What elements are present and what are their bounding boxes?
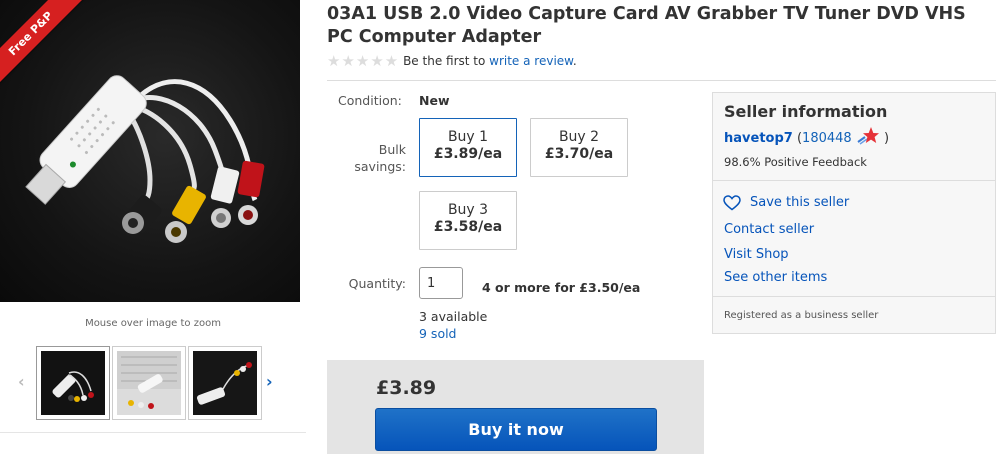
thumbnail-3[interactable] <box>188 346 262 420</box>
contact-seller-link[interactable]: Contact seller <box>724 222 814 237</box>
main-product-image[interactable]: Free P&P <box>0 0 300 302</box>
bulk-option-qty: Buy 3 <box>447 202 489 218</box>
review-prefix: Be the first to <box>403 54 490 68</box>
divider <box>0 432 306 433</box>
chevron-right-icon[interactable]: › <box>266 372 273 391</box>
bulk-option-buy-3[interactable]: Buy 3 £3.58/ea <box>419 191 517 250</box>
sold-count-link[interactable]: 9 sold <box>419 326 457 341</box>
available-count: 3 available <box>419 309 488 324</box>
review-suffix: . <box>572 54 577 68</box>
see-other-items-link[interactable]: See other items <box>724 270 827 285</box>
bulk-option-price: £3.58/ea <box>433 219 503 235</box>
bulk-option-buy-2[interactable]: Buy 2 £3.70/ea <box>530 118 628 177</box>
quantity-input[interactable] <box>419 267 463 299</box>
thumbnail-2-image <box>117 351 181 409</box>
bulk-option-qty: Buy 2 <box>558 129 600 145</box>
chevron-left-icon[interactable]: ‹ <box>18 372 25 391</box>
thumbnail-1-image <box>52 371 94 402</box>
bulk-option-buy-1[interactable]: Buy 1 £3.89/ea <box>419 118 517 177</box>
usb-capture-adapter-image <box>25 75 265 243</box>
divider <box>327 80 996 81</box>
buy-it-now-button[interactable]: Buy it now <box>375 408 657 451</box>
heart-icon[interactable] <box>723 195 741 211</box>
visit-shop-link[interactable]: Visit Shop <box>724 247 789 262</box>
shooting-star-icon <box>857 127 879 145</box>
thumbnail-3-image <box>196 362 252 405</box>
zoom-hint: Mouse over image to zoom <box>85 318 221 329</box>
thumbnail-strip: ‹ › <box>14 344 294 422</box>
bulk-savings-label: Bulk savings: <box>354 142 406 174</box>
thumbnail-2[interactable] <box>112 346 186 420</box>
quantity-label: Quantity: <box>348 276 406 291</box>
bulk-option-price: £3.70/ea <box>544 146 614 162</box>
bulk-option-qty: Buy 1 <box>447 129 489 145</box>
price: £3.89 <box>376 377 437 399</box>
seller-info-heading: Seller information <box>724 102 888 121</box>
item-title: 03A1 USB 2.0 Video Capture Card AV Grabb… <box>327 4 966 47</box>
positive-feedback: 98.6% Positive Feedback <box>724 155 867 169</box>
feedback-score-link[interactable]: 180448 <box>802 131 852 146</box>
bulk-option-price: £3.89/ea <box>433 146 503 162</box>
registered-business-note: Registered as a business seller <box>724 310 879 321</box>
star-rating-icon: ★★★★★ <box>327 52 400 70</box>
divider <box>712 180 996 181</box>
write-review-link[interactable]: write a review <box>489 54 573 68</box>
seller-name-link[interactable]: havetop7 <box>724 131 793 146</box>
close-paren: ) <box>883 131 890 146</box>
seller-summary: havetop7 (180448 ) <box>724 126 889 146</box>
condition-value: New <box>419 93 450 108</box>
save-seller-link[interactable]: Save this seller <box>750 195 849 210</box>
rating-row: ★★★★★ Be the first to write a review. <box>327 52 577 70</box>
thumbnail-1[interactable] <box>36 346 110 420</box>
condition-label: Condition: <box>338 93 402 108</box>
quantity-offer: 4 or more for £3.50/ea <box>482 280 641 295</box>
divider <box>712 296 996 297</box>
